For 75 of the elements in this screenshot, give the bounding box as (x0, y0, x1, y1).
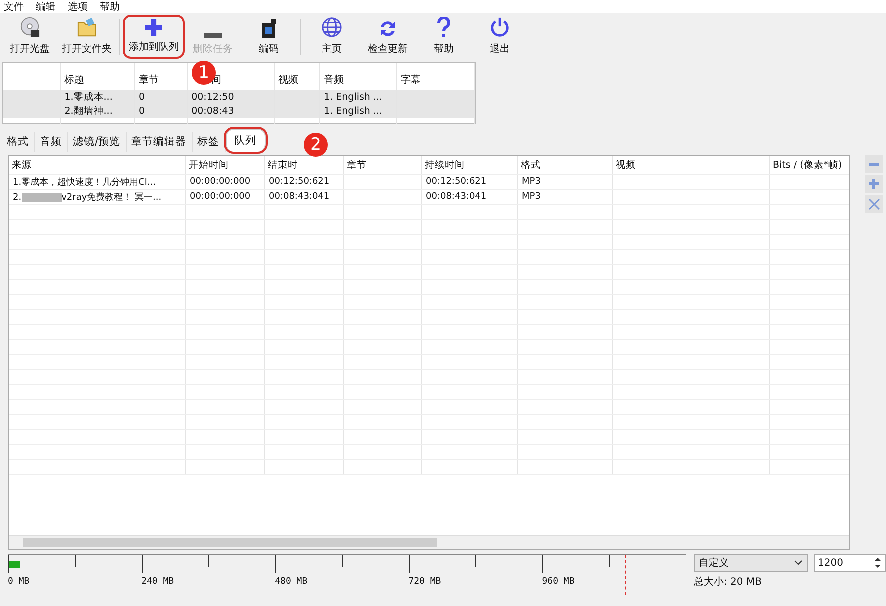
table-cell: 1. English ... (324, 106, 383, 116)
toolbar-button[interactable]: 打开文件夹 (58, 15, 116, 59)
toolbar-button[interactable]: 添加到队列 (123, 15, 185, 59)
table-cell: 1. English ... (324, 92, 383, 102)
tick-label: 240 MB (142, 577, 174, 587)
menu-item[interactable]: 编辑 (36, 0, 56, 14)
column-header: 音频 (324, 75, 344, 86)
table-cell: 0 (138, 92, 145, 102)
toolbar-button[interactable]: 编码 (241, 15, 297, 59)
plus-icon (144, 19, 164, 36)
refresh-icon (380, 20, 396, 38)
column-header: 开始时间 (189, 160, 229, 170)
side-button[interactable] (865, 195, 883, 213)
source-text: 2. (13, 192, 22, 202)
minus-icon (204, 33, 222, 38)
table-cell: 0 (138, 106, 145, 116)
menu-item[interactable]: 文件 (4, 0, 24, 14)
spin-arrows-icon (874, 556, 882, 570)
column-header: 章节 (347, 160, 367, 170)
toolbar-button[interactable]: 检查更新 (360, 15, 416, 59)
column-header: 格式 (521, 160, 541, 170)
toolbar-button[interactable]: 退出 (472, 15, 528, 59)
table-cell: 00:12:50:621 (269, 177, 330, 187)
column-header: 来源 (12, 160, 32, 170)
title-row[interactable]: 1.零成本... 0 00:12:50 1. English ... (3, 90, 474, 104)
table-cell: 2.翻墙神... (64, 106, 113, 116)
tab[interactable]: 队列 (226, 129, 266, 152)
callout-badge: 2 (304, 133, 328, 157)
source-text: v2ray免费教程！ 冥一... (62, 192, 162, 202)
column-header: 字幕 (401, 75, 422, 86)
preset-dropdown[interactable]: 自定义 (694, 554, 808, 572)
globe-icon (321, 17, 343, 38)
disc-icon (19, 17, 41, 38)
table-cell: MP3 (522, 177, 541, 187)
source-text: 1.零成本，超快速度！几分钟用Cl... (13, 178, 156, 188)
tick-label: 0 MB (8, 577, 30, 587)
column-header: 标题 (64, 75, 85, 86)
table-cell: 00:00:00:000 (190, 192, 251, 202)
horizontal-scrollbar[interactable] (9, 535, 849, 549)
column-header: Bits / (像素*帧) (773, 160, 842, 170)
plus-icon (869, 179, 879, 189)
toolbar-button[interactable]: 帮助 (416, 15, 472, 59)
tick-label: 720 MB (408, 577, 442, 587)
film-icon (262, 19, 276, 38)
table-cell: 00:08:43:041 (269, 192, 330, 202)
table-cell: 1.零成本... (64, 92, 113, 102)
table-cell: 00:08:43:041 (426, 192, 487, 202)
power-icon (489, 17, 511, 38)
redaction-bar (22, 192, 62, 202)
table-cell: 00:00:00:000 (190, 177, 251, 187)
menu-item[interactable]: 选项 (68, 0, 88, 14)
column-header: 持续时间 (425, 160, 465, 170)
menu-item[interactable]: 帮助 (100, 0, 120, 14)
help-icon (437, 17, 451, 38)
column-header: 视频 (278, 75, 299, 86)
size-spinner[interactable]: 1200 (814, 554, 886, 572)
close-icon (868, 198, 880, 210)
table-cell: 00:08:43 (192, 106, 234, 116)
column-header: 视频 (616, 160, 636, 170)
caret-icon (794, 560, 803, 566)
column-header: 结束时 (268, 160, 298, 170)
side-button[interactable] (865, 175, 883, 193)
toolbar-button[interactable]: 主页 (304, 15, 360, 59)
toolbar-button[interactable]: 打开光盘 (2, 15, 58, 59)
table-cell: MP3 (522, 192, 541, 202)
side-button[interactable] (865, 155, 883, 173)
tick-label: 480 MB (275, 577, 308, 587)
tick-label: 960 MB (542, 577, 575, 587)
title-row[interactable]: 2.翻墙神... 0 00:08:43 1. English ... (3, 104, 474, 118)
column-header: 章节 (138, 75, 159, 86)
table-cell: 00:12:50 (192, 92, 234, 102)
table-cell: 00:12:50:621 (426, 177, 487, 187)
total-size-text: 总大小: 20 MB (694, 576, 763, 589)
minus-icon (869, 162, 879, 166)
folder-icon (76, 17, 98, 38)
